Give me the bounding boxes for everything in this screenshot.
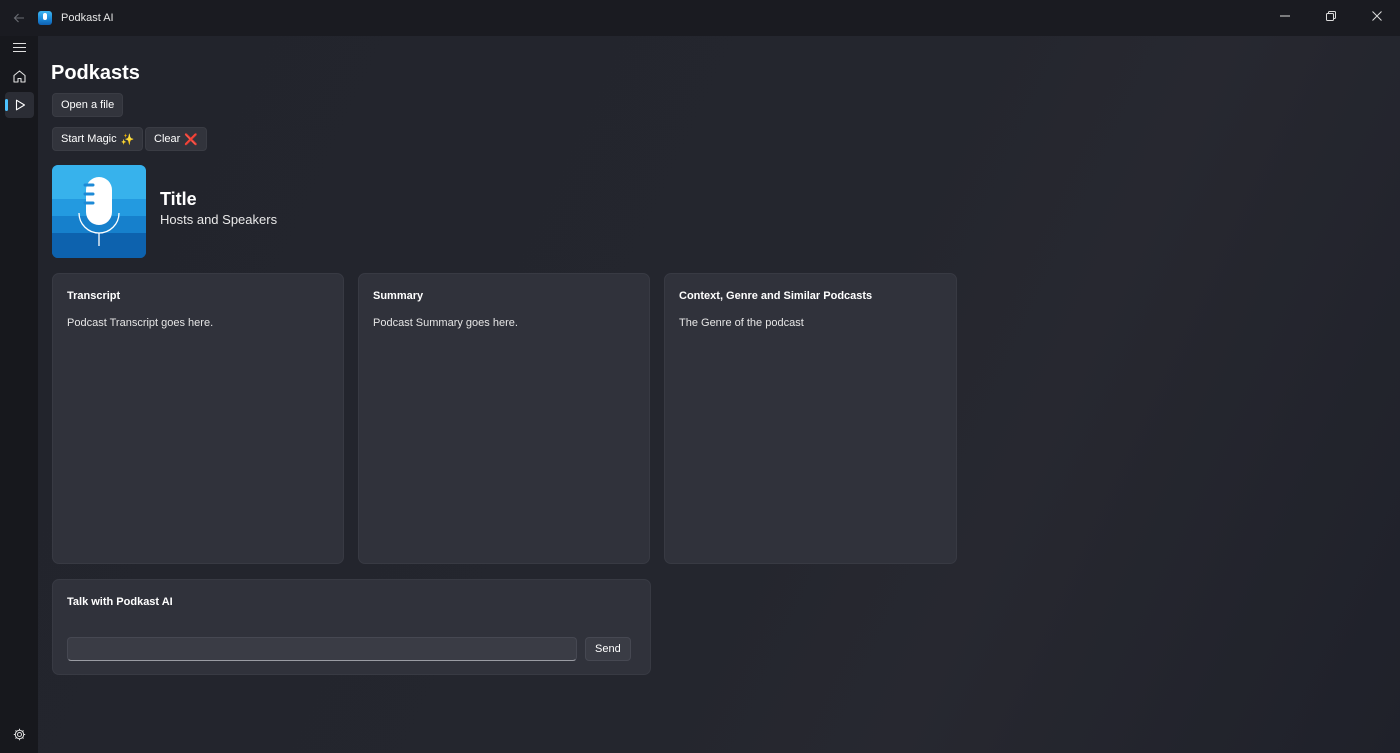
- home-icon: [13, 69, 26, 83]
- send-label: Send: [595, 643, 621, 655]
- chat-input[interactable]: [67, 637, 577, 661]
- genre-text: The Genre of the podcast: [679, 317, 804, 329]
- back-arrow-icon: [13, 13, 24, 23]
- open-file-label: Open a file: [61, 99, 115, 111]
- minimize-button[interactable]: [1262, 0, 1308, 32]
- clear-button[interactable]: Clear ❌: [145, 127, 207, 151]
- window-controls: [1262, 0, 1400, 32]
- clear-label: Clear: [154, 133, 181, 145]
- summary-text: Podcast Summary goes here.: [373, 317, 518, 329]
- minimize-icon: [1280, 15, 1290, 17]
- nav-item-settings[interactable]: [5, 721, 34, 747]
- open-file-button[interactable]: Open a file: [52, 93, 124, 117]
- app-logo-icon: [38, 11, 52, 25]
- nav-item-home[interactable]: [5, 63, 34, 89]
- title-bar: Podkast AI: [0, 0, 1400, 36]
- start-magic-button[interactable]: Start Magic ✨: [52, 127, 144, 151]
- hamburger-menu-icon: [13, 42, 26, 52]
- chat-card: Talk with Podkast AI Send: [52, 579, 651, 675]
- transcript-card: Transcript Podcast Transcript goes here.: [52, 273, 344, 564]
- page-title: Podkasts: [51, 62, 140, 84]
- app-title: Podkast AI: [61, 12, 114, 24]
- close-icon: [1372, 11, 1382, 21]
- podcast-hosts: Hosts and Speakers: [160, 212, 278, 227]
- start-magic-label: Start Magic: [61, 133, 117, 145]
- main-content: Podkasts Open a file Start Magic ✨ Clear…: [38, 36, 1400, 753]
- nav-menu-toggle[interactable]: [5, 34, 34, 60]
- navigation-pane: [0, 36, 38, 753]
- nav-item-podcasts[interactable]: [5, 92, 34, 118]
- back-button[interactable]: [0, 0, 38, 36]
- close-button[interactable]: [1354, 0, 1400, 32]
- restore-icon: [1326, 11, 1336, 21]
- transcript-title: Transcript: [67, 290, 121, 302]
- microphone-icon: [52, 165, 146, 258]
- podcast-artwork: [52, 165, 146, 258]
- restore-button[interactable]: [1308, 0, 1354, 32]
- settings-gear-icon: [13, 728, 26, 740]
- play-icon: [15, 99, 25, 111]
- summary-title: Summary: [373, 290, 424, 302]
- context-card: Context, Genre and Similar Podcasts The …: [664, 273, 957, 564]
- podcast-title: Title: [160, 189, 197, 209]
- chat-title: Talk with Podkast AI: [67, 596, 173, 608]
- send-button[interactable]: Send: [585, 637, 631, 661]
- cross-mark-icon: ❌: [184, 133, 198, 146]
- transcript-text: Podcast Transcript goes here.: [67, 317, 214, 329]
- context-title: Context, Genre and Similar Podcasts: [679, 290, 873, 302]
- summary-card: Summary Podcast Summary goes here.: [358, 273, 650, 564]
- sparkles-icon: ✨: [120, 133, 135, 146]
